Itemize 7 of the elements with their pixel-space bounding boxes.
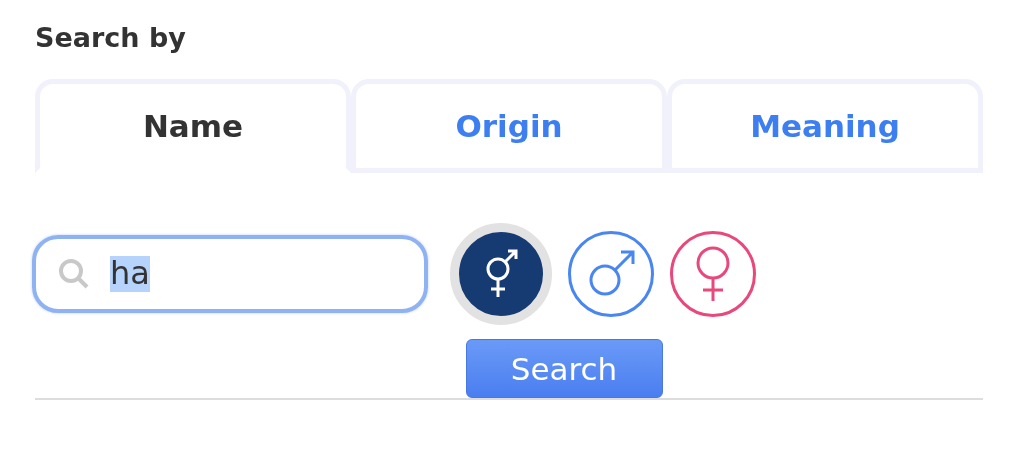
search-button[interactable]: Search: [465, 339, 663, 398]
section-heading: Search by: [35, 22, 187, 53]
search-field[interactable]: ha: [32, 235, 428, 313]
search-tab[interactable]: Origin: [351, 79, 667, 173]
search-icon: [58, 258, 90, 290]
search-tab[interactable]: Name: [35, 79, 351, 173]
search-tab[interactable]: Meaning: [667, 79, 983, 173]
